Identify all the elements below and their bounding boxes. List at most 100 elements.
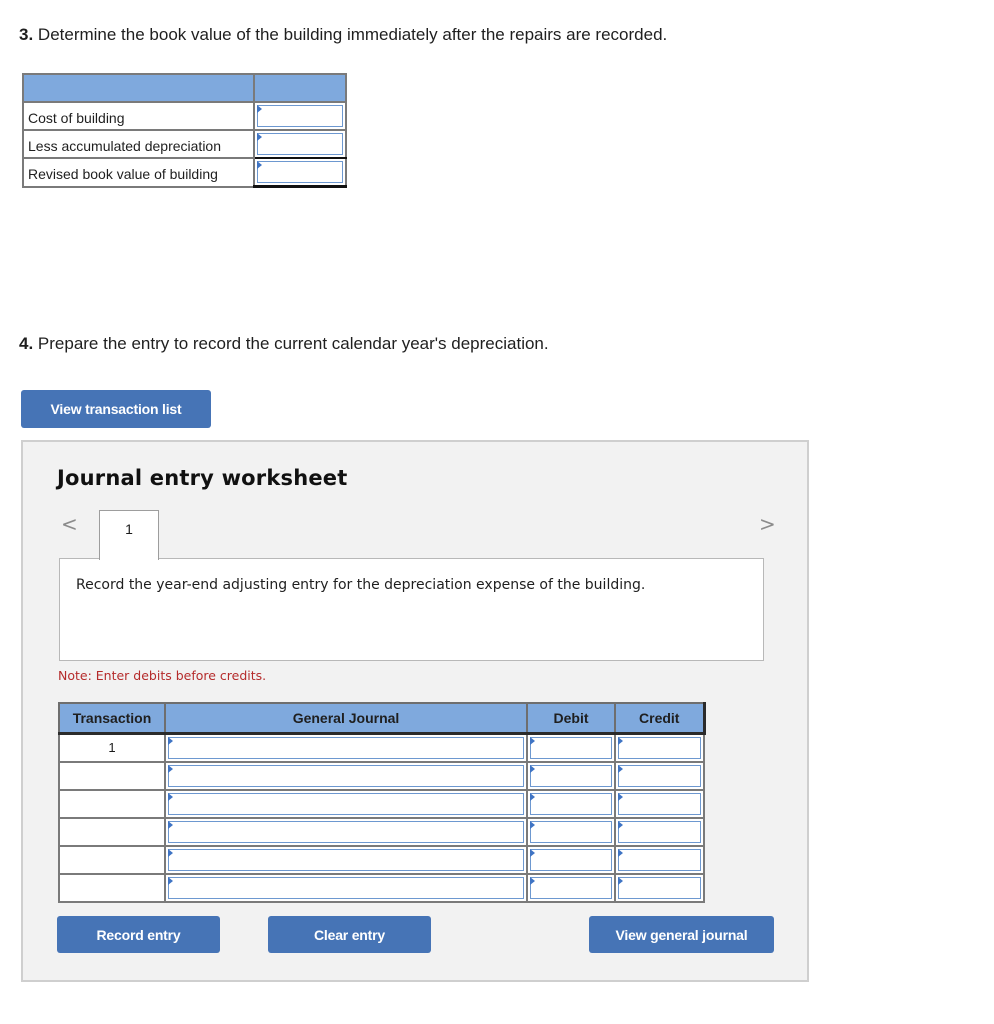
account-cell	[164, 844, 528, 875]
table-header-row	[22, 73, 347, 103]
record-entry-button[interactable]: Record entry	[57, 916, 220, 953]
journal-row	[58, 844, 705, 875]
input-flag-icon	[168, 876, 173, 885]
account-input[interactable]	[168, 848, 524, 871]
value-cell	[253, 101, 347, 131]
account-cell	[164, 760, 528, 791]
chevron-left-icon[interactable]: <	[61, 514, 78, 534]
input-flag-icon	[257, 133, 262, 141]
credit-input[interactable]	[618, 792, 701, 815]
journal-row	[58, 872, 705, 903]
journal-entry-worksheet-panel: Journal entry worksheet < 1 > Record the…	[21, 440, 809, 982]
cost-of-building-input[interactable]	[257, 105, 343, 127]
journal-row	[58, 788, 705, 819]
debit-input[interactable]	[530, 736, 612, 759]
input-flag-icon	[530, 792, 535, 801]
debit-cell	[526, 872, 616, 903]
table-row: Less accumulated depreciation	[22, 129, 347, 159]
debit-cell	[526, 760, 616, 791]
question-number: 4.	[19, 334, 34, 353]
worksheet-title: Journal entry worksheet	[57, 466, 348, 490]
view-general-journal-button[interactable]: View general journal	[589, 916, 774, 953]
accumulated-depreciation-input[interactable]	[257, 133, 343, 155]
chevron-right-icon[interactable]: >	[759, 514, 776, 534]
view-transaction-list-button[interactable]: View transaction list	[21, 390, 211, 428]
transaction-number	[58, 816, 166, 847]
revised-book-value-input[interactable]	[257, 161, 343, 183]
debit-cell	[526, 844, 616, 875]
account-input[interactable]	[168, 792, 524, 815]
credit-cell	[614, 788, 705, 819]
input-flag-icon	[530, 848, 535, 857]
input-flag-icon	[257, 105, 262, 113]
journal-row	[58, 760, 705, 791]
transaction-number	[58, 788, 166, 819]
book-value-table: Cost of building Less accumulated deprec…	[22, 73, 347, 188]
debit-input[interactable]	[530, 764, 612, 787]
input-flag-icon	[530, 876, 535, 885]
credit-input[interactable]	[618, 876, 701, 899]
question-text: Prepare the entry to record the current …	[33, 334, 549, 353]
journal-header-row: Transaction General Journal Debit Credit	[58, 702, 706, 735]
input-flag-icon	[257, 161, 262, 169]
account-input[interactable]	[168, 764, 524, 787]
input-flag-icon	[618, 848, 623, 857]
account-input[interactable]	[168, 820, 524, 843]
account-cell	[164, 816, 528, 847]
value-cell	[253, 129, 347, 159]
debit-cell	[526, 816, 616, 847]
transaction-description: Record the year-end adjusting entry for …	[59, 558, 764, 661]
row-label-less-accumulated-depreciation: Less accumulated depreciation	[22, 129, 255, 159]
question-text: Determine the book value of the building…	[33, 25, 668, 44]
journal-row: 1	[58, 732, 705, 763]
debit-input[interactable]	[530, 792, 612, 815]
credit-input[interactable]	[618, 848, 701, 871]
value-cell	[253, 157, 347, 188]
table-row: Cost of building	[22, 101, 347, 131]
clear-entry-button[interactable]: Clear entry	[268, 916, 431, 953]
debit-input[interactable]	[530, 876, 612, 899]
transaction-number: 1	[58, 732, 166, 763]
row-label-revised-book-value: Revised book value of building	[22, 157, 255, 188]
transaction-tab-1[interactable]: 1	[99, 510, 159, 560]
transaction-number	[58, 760, 166, 791]
input-flag-icon	[618, 792, 623, 801]
account-input[interactable]	[168, 876, 524, 899]
input-flag-icon	[168, 736, 173, 745]
credit-cell	[614, 872, 705, 903]
debit-input[interactable]	[530, 848, 612, 871]
header-transaction: Transaction	[58, 702, 166, 735]
credit-cell	[614, 760, 705, 791]
input-flag-icon	[530, 764, 535, 773]
credit-input[interactable]	[618, 736, 701, 759]
journal-table: Transaction General Journal Debit Credit…	[58, 702, 706, 903]
credit-cell	[614, 732, 705, 763]
input-flag-icon	[168, 792, 173, 801]
input-flag-icon	[618, 764, 623, 773]
input-flag-icon	[618, 820, 623, 829]
debit-cell	[526, 732, 616, 763]
account-input[interactable]	[168, 736, 524, 759]
transaction-number	[58, 872, 166, 903]
header-debit: Debit	[526, 702, 616, 735]
header-cell-value	[253, 73, 347, 103]
input-flag-icon	[168, 764, 173, 773]
header-cell-label	[22, 73, 255, 103]
input-flag-icon	[618, 876, 623, 885]
credit-input[interactable]	[618, 764, 701, 787]
input-flag-icon	[530, 820, 535, 829]
credit-cell	[614, 816, 705, 847]
question-number: 3.	[19, 25, 34, 44]
transaction-number	[58, 844, 166, 875]
debit-input[interactable]	[530, 820, 612, 843]
account-cell	[164, 872, 528, 903]
input-flag-icon	[168, 848, 173, 857]
input-flag-icon	[168, 820, 173, 829]
table-row: Revised book value of building	[22, 157, 347, 188]
credit-input[interactable]	[618, 820, 701, 843]
question-3-heading: 3. Determine the book value of the build…	[19, 25, 667, 45]
account-cell	[164, 788, 528, 819]
question-4-heading: 4. Prepare the entry to record the curre…	[19, 334, 549, 354]
input-flag-icon	[530, 736, 535, 745]
header-credit: Credit	[614, 702, 706, 735]
